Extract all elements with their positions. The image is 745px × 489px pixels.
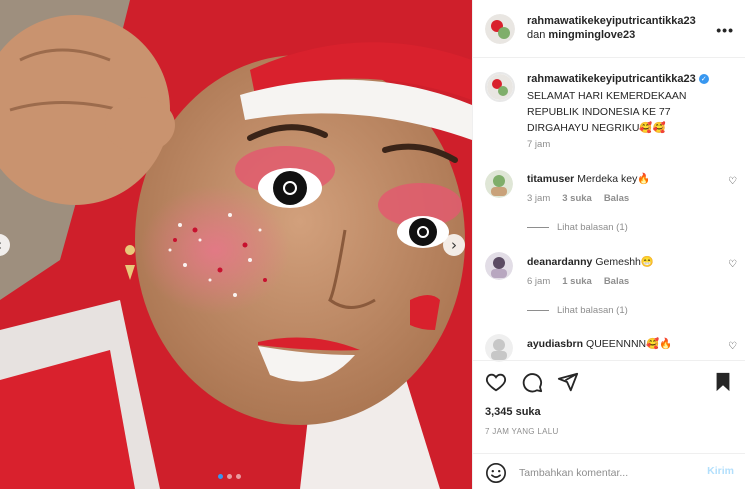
comment-icon[interactable]: [521, 371, 543, 393]
comment-like-heart-icon[interactable]: ♡: [728, 176, 737, 187]
caption-avatar[interactable]: [485, 72, 515, 102]
replies-divider: [527, 310, 549, 311]
comment-body: ayudiasbrn QUEENNNN🥰🔥: [527, 337, 672, 350]
comment-username[interactable]: deanardanny: [527, 256, 592, 268]
comment-time: 6 jam: [527, 276, 551, 287]
carousel-dot-active: [218, 474, 223, 479]
collab-line: dan mingminglove23: [527, 29, 635, 41]
view-replies-label: Lihat balasan (1): [557, 222, 628, 233]
add-comment-bar: Kirim: [473, 453, 745, 489]
comment-text: QUEENNNN🥰🔥: [586, 338, 673, 350]
view-replies-button[interactable]: Lihat balasan (1): [527, 222, 628, 233]
heart-icon[interactable]: [485, 371, 507, 393]
view-replies-button[interactable]: Lihat balasan (1): [527, 305, 628, 316]
comment-meta: 3 jam 3 suka Balas: [527, 193, 629, 204]
comment-time: 3 jam: [527, 193, 551, 204]
comment-avatar[interactable]: [485, 334, 513, 362]
send-button[interactable]: Kirim: [707, 465, 734, 477]
paper-plane-icon[interactable]: [557, 371, 579, 393]
caption-time: 7 jam: [527, 139, 551, 150]
likes-count[interactable]: 3,345 suka: [485, 406, 541, 418]
comment-meta: 6 jam 1 suka Balas: [527, 276, 629, 287]
comment-body: deanardanny Gemeshh😁: [527, 255, 654, 268]
post-header: rahmawatikekeyiputricantikka23 dan mingm…: [473, 0, 745, 58]
post-image: [0, 0, 472, 489]
author-avatar[interactable]: [485, 14, 515, 44]
comment-avatar[interactable]: [485, 252, 513, 280]
verified-badge-icon: ✓: [698, 74, 709, 84]
post-sidebar: rahmawatikekeyiputricantikka23 dan mingm…: [472, 0, 745, 489]
comment-username[interactable]: titamuser: [527, 173, 574, 185]
comment-like-heart-icon[interactable]: ♡: [728, 341, 737, 352]
comment-input[interactable]: [519, 464, 689, 482]
reply-button[interactable]: Balas: [604, 193, 629, 204]
carousel-dot: [227, 474, 232, 479]
carousel-indicator: [218, 474, 241, 479]
comment-avatar[interactable]: [485, 170, 513, 198]
reply-button[interactable]: Balas: [604, 276, 629, 287]
post-timestamp: 7 JAM YANG LALU: [485, 427, 559, 436]
smiley-icon[interactable]: [485, 462, 507, 484]
caption-username[interactable]: rahmawatikekeyiputricantikka23: [527, 73, 696, 85]
collab-word: dan: [527, 29, 546, 41]
comment-like-heart-icon[interactable]: ♡: [728, 259, 737, 270]
carousel-dot: [236, 474, 241, 479]
comment-text: Merdeka key🔥: [577, 173, 651, 185]
caption-text: SELAMAT HARI KEMERDEKAAN REPUBLIK INDONE…: [527, 90, 687, 134]
post-photo[interactable]: ‹ ›: [0, 0, 472, 489]
comment-username[interactable]: ayudiasbrn: [527, 338, 583, 350]
comment-likes[interactable]: 3 suka: [562, 193, 592, 204]
author-username[interactable]: rahmawatikekeyiputricantikka23: [527, 15, 696, 27]
action-icons: [485, 371, 579, 393]
replies-divider: [527, 227, 549, 228]
chevron-right-icon[interactable]: ›: [443, 234, 465, 256]
collab-username[interactable]: mingminglove23: [548, 29, 635, 41]
more-options-icon[interactable]: •••: [716, 22, 734, 38]
comment-likes[interactable]: 1 suka: [562, 276, 592, 287]
bookmark-icon[interactable]: [712, 371, 734, 393]
post-actions: 3,345 suka 7 JAM YANG LALU Kirim: [473, 360, 745, 489]
comment-text: Gemeshh😁: [595, 256, 654, 268]
caption-username-row: rahmawatikekeyiputricantikka23 ✓: [527, 73, 709, 85]
view-replies-label: Lihat balasan (1): [557, 305, 628, 316]
comment-body: titamuser Merdeka key🔥: [527, 172, 650, 185]
